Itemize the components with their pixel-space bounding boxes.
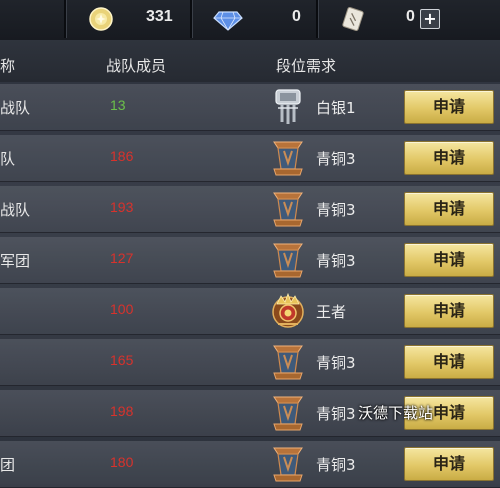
apply-button[interactable]: 申请 [404,141,494,175]
king-rank-icon [270,292,306,330]
team-row: 战队 13 白银1 申请 [0,84,500,131]
rank-requirement: 白银1 [316,99,356,117]
apply-button[interactable]: 申请 [404,243,494,277]
team-name: 团 [0,456,16,474]
bronze-rank-icon [270,241,306,279]
rank-requirement: 青铜3 [316,252,356,270]
add-ticket-button[interactable]: + [420,9,440,29]
rank-requirement: 青铜3 [316,456,356,474]
team-name: 战队 [0,201,31,219]
bronze-rank-icon [270,343,306,381]
silver-rank-icon [270,88,306,126]
team-name: 队 [0,150,16,168]
bronze-rank-icon [270,139,306,177]
team-name: 军团 [0,252,31,270]
divider [190,0,193,38]
member-count: 13 [110,97,126,113]
table-header: 称 战队成员 段位需求 [0,40,500,82]
team-row: 100 王者 申请 [0,288,500,335]
rank-requirement: 青铜3 [316,405,356,423]
bronze-rank-icon [270,394,306,432]
header-rank: 段位需求 [276,57,337,75]
header-members: 战队成员 [106,57,167,75]
member-count: 127 [110,250,134,266]
member-count: 180 [110,454,134,470]
ticket-amount: 0 [406,8,415,25]
bronze-rank-icon [270,190,306,228]
apply-button[interactable]: 申请 [404,447,494,481]
watermark: 沃德下载站 [358,404,434,422]
member-count: 100 [110,301,134,317]
divider [64,0,67,38]
diamond-amount: 0 [292,8,301,25]
rank-requirement: 青铜3 [316,150,356,168]
apply-button[interactable]: 申请 [404,294,494,328]
apply-button[interactable]: 申请 [404,192,494,226]
rank-requirement: 青铜3 [316,201,356,219]
currency-bar: 331 0 0 + [0,0,500,41]
member-count: 193 [110,199,134,215]
rank-requirement: 青铜3 [316,354,356,372]
team-row: 165 青铜3 申请 [0,339,500,386]
header-name: 称 [0,57,16,75]
ticket-icon [342,7,364,31]
apply-button[interactable]: 申请 [404,90,494,124]
divider [316,0,319,38]
member-count: 165 [110,352,134,368]
team-row: 团 180 青铜3 申请 [0,441,500,488]
member-count: 198 [110,403,134,419]
diamond-icon [213,11,243,31]
gold-amount: 331 [146,8,173,25]
team-row: 队 186 青铜3 申请 [0,135,500,182]
team-row: 军团 127 青铜3 申请 [0,237,500,284]
gold-coin-icon [89,7,113,31]
member-count: 186 [110,148,134,164]
rank-requirement: 王者 [316,303,347,321]
team-name: 战队 [0,99,31,117]
bronze-rank-icon [270,445,306,483]
apply-button[interactable]: 申请 [404,345,494,379]
team-row: 战队 193 青铜3 申请 [0,186,500,233]
